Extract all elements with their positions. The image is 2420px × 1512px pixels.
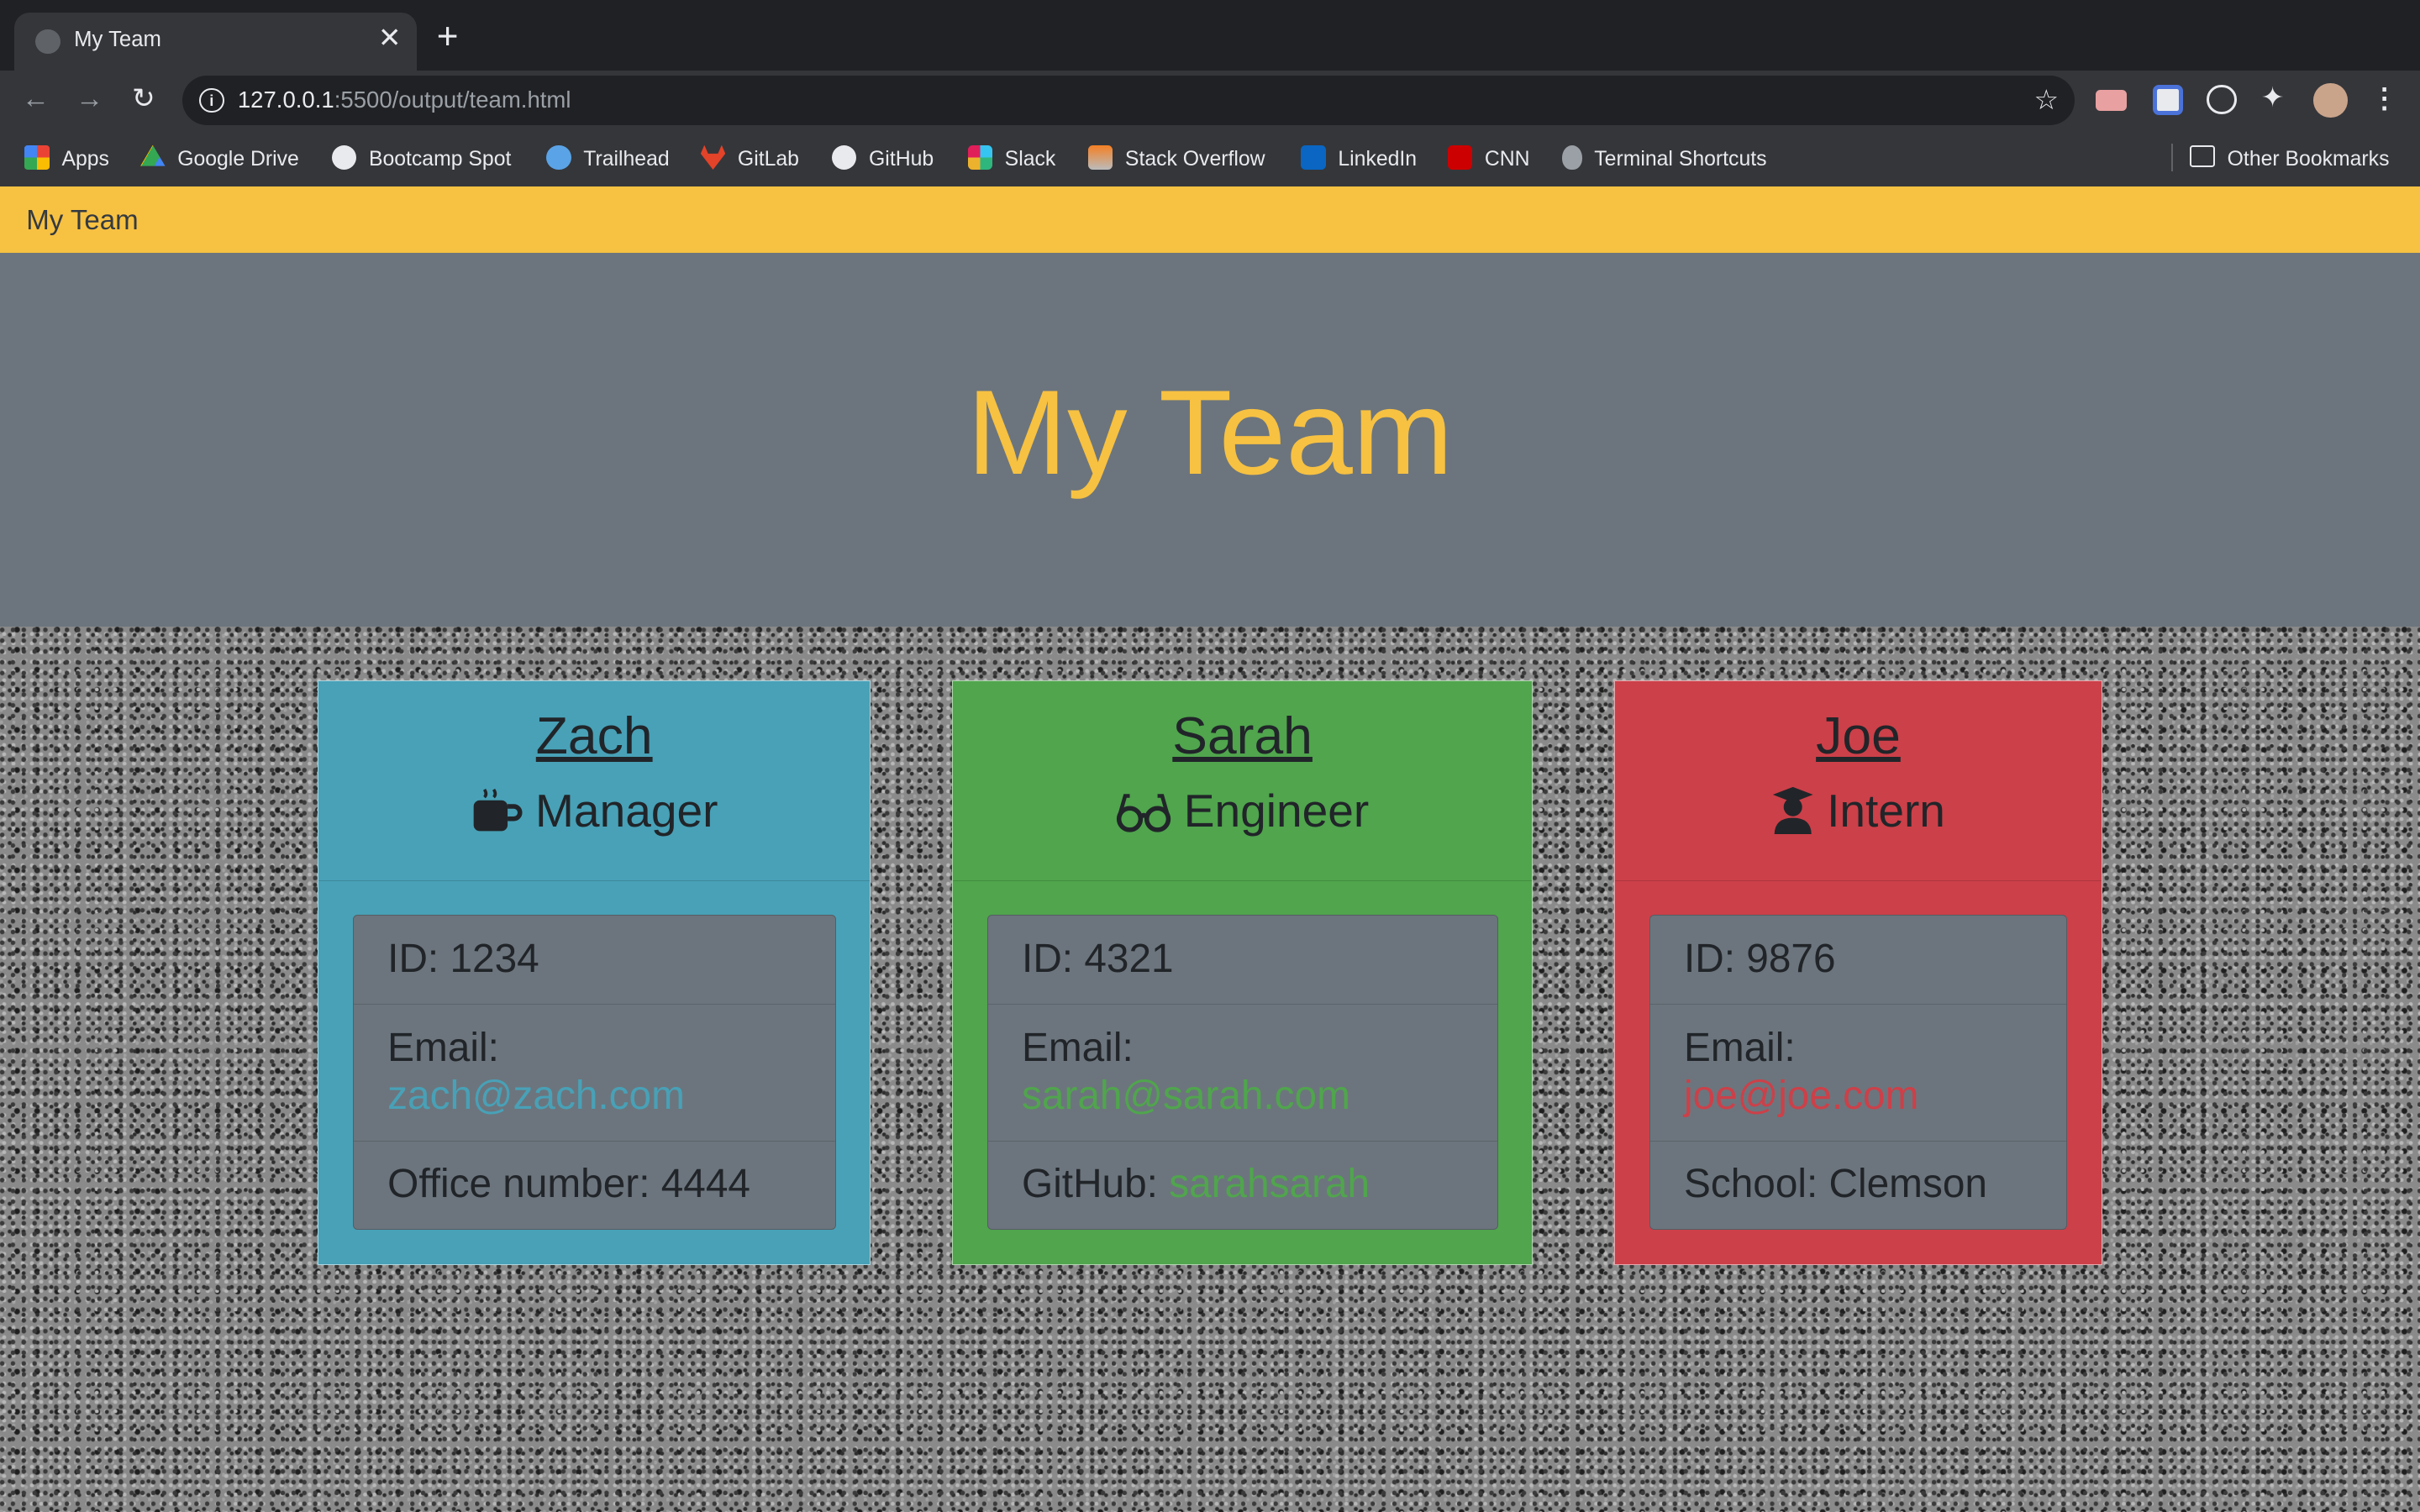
extension-icon[interactable]: [2207, 85, 2237, 115]
employee-name[interactable]: Zach: [318, 681, 870, 768]
back-button[interactable]: ←: [15, 79, 55, 119]
stack-overflow-icon: [1087, 144, 1113, 171]
email-link[interactable]: joe@joe.com: [1684, 1074, 1918, 1118]
email-item: Email: zach@zach.com: [353, 1005, 835, 1142]
employee-role: Engineer: [953, 783, 1532, 838]
tab-strip: My Team ✕ +: [0, 0, 2420, 71]
engineer-card: Sarah Engineer ID: 4321 Email: sarah@sar…: [952, 680, 1533, 1265]
employee-name[interactable]: Joe: [1615, 681, 2102, 768]
globe-icon: [331, 144, 357, 171]
new-tab-button[interactable]: +: [437, 18, 459, 55]
email-item: Email: joe@joe.com: [1649, 1005, 2067, 1142]
info-icon[interactable]: i: [198, 87, 224, 113]
browser-toolbar: ← → ↻ i 127.0.0.1:5500/output/team.html …: [0, 71, 2420, 130]
glasses-icon: [1116, 794, 1171, 832]
card-body: ID: 4321 Email: sarah@sarah.com GitHub: …: [953, 881, 1532, 1264]
employee-role: Intern: [1615, 783, 2102, 838]
intern-card: Joe Intern ID: 9876 Email: joe@joe.com S…: [1614, 680, 2102, 1265]
card-body: ID: 9876 Email: joe@joe.com School: Clem…: [1615, 881, 2102, 1264]
employee-name[interactable]: Sarah: [953, 681, 1532, 768]
bookmark-stack-overflow[interactable]: Stack Overflow: [1087, 144, 1265, 171]
graduate-icon: [1772, 786, 1813, 835]
url-text[interactable]: 127.0.0.1:5500/output/team.html: [238, 87, 571, 113]
bookmark-linkedin[interactable]: LinkedIn: [1301, 144, 1417, 171]
close-tab-icon[interactable]: ✕: [378, 23, 402, 55]
bookmark-separator: [2171, 143, 2174, 171]
navbar: My Team: [0, 186, 2420, 254]
github-item: GitHub: sarahsarah: [1022, 1162, 1370, 1207]
id-item: ID: 1234: [353, 916, 835, 1005]
page: My Team My Team Zach Manager ID: 1234 Em…: [0, 186, 2420, 1512]
globe-icon: [35, 29, 60, 55]
menu-icon[interactable]: ⋮: [2370, 81, 2398, 115]
manager-card: Zach Manager ID: 1234 Email: zach@zach.c…: [318, 680, 871, 1265]
office-number-item: Office number: 4444: [387, 1162, 750, 1207]
trailhead-icon: [546, 144, 571, 171]
bookmark-bootcamp-spot[interactable]: Bootcamp Spot: [331, 144, 511, 171]
extension-icon[interactable]: [2153, 85, 2183, 115]
browser-tab[interactable]: My Team ✕: [13, 12, 417, 71]
tab-title: My Team: [74, 28, 161, 52]
drive-icon: [140, 144, 166, 166]
school-item: School: Clemson: [1684, 1162, 1987, 1207]
linkedin-icon: [1301, 144, 1326, 171]
github-icon: [831, 144, 857, 171]
info-list: ID: 4321 Email: sarah@sarah.com GitHub: …: [986, 915, 1498, 1231]
bookmark-cnn[interactable]: CNN: [1447, 144, 1530, 171]
other-bookmarks[interactable]: Other Bookmarks: [2190, 144, 2389, 171]
info-list: ID: 1234 Email: zach@zach.com Office num…: [352, 915, 836, 1231]
bookmark-gitlab[interactable]: GitLab: [700, 144, 799, 171]
id-item: ID: 4321: [987, 916, 1497, 1005]
gitlab-icon: [700, 144, 726, 171]
bookmark-terminal-shortcuts[interactable]: Terminal Shortcuts: [1561, 144, 1767, 171]
reload-button[interactable]: ↻: [124, 79, 164, 119]
info-list: ID: 9876 Email: joe@joe.com School: Clem…: [1649, 915, 2068, 1231]
puzzle-icon[interactable]: ✦: [2261, 81, 2292, 113]
avatar[interactable]: [2313, 83, 2348, 118]
navbar-brand[interactable]: My Team: [26, 205, 138, 237]
email-item: Email: sarah@sarah.com: [987, 1005, 1497, 1142]
id-item: ID: 9876: [1649, 916, 2067, 1005]
extension-icon[interactable]: [2096, 89, 2127, 112]
bookmark-github[interactable]: GitHub: [831, 144, 934, 171]
bookmark-slack[interactable]: Slack: [967, 144, 1055, 171]
email-link[interactable]: zach@zach.com: [387, 1074, 685, 1118]
card-body: ID: 1234 Email: zach@zach.com Office num…: [318, 881, 870, 1264]
jumbotron: My Team: [0, 253, 2420, 627]
employee-role: Manager: [318, 783, 870, 838]
card-header: Zach Manager: [318, 681, 871, 881]
github-link[interactable]: sarahsarah: [1169, 1162, 1370, 1206]
bookmark-google-drive[interactable]: Google Drive: [140, 144, 299, 171]
bookmark-apps[interactable]: Apps: [24, 144, 109, 171]
bookmark-trailhead[interactable]: Trailhead: [546, 144, 670, 171]
cnn-icon: [1447, 144, 1473, 171]
forward-button[interactable]: →: [70, 79, 110, 119]
card-header: Sarah Engineer: [953, 681, 1532, 881]
address-bar[interactable]: i 127.0.0.1:5500/output/team.html ☆: [182, 75, 2075, 125]
bookmarks-bar: Apps Google Drive Bootcamp Spot Trailhea…: [0, 129, 2420, 188]
folder-icon: [2190, 144, 2215, 167]
apple-icon: [1561, 144, 1582, 171]
card-header: Joe Intern: [1615, 681, 2102, 881]
bookmark-star-icon[interactable]: ☆: [2034, 83, 2060, 117]
coffee-icon: [473, 789, 523, 832]
page-title: My Team: [966, 365, 1454, 501]
slack-icon: [967, 144, 992, 171]
email-link[interactable]: sarah@sarah.com: [1022, 1074, 1350, 1118]
apps-grid-icon: [24, 144, 50, 171]
